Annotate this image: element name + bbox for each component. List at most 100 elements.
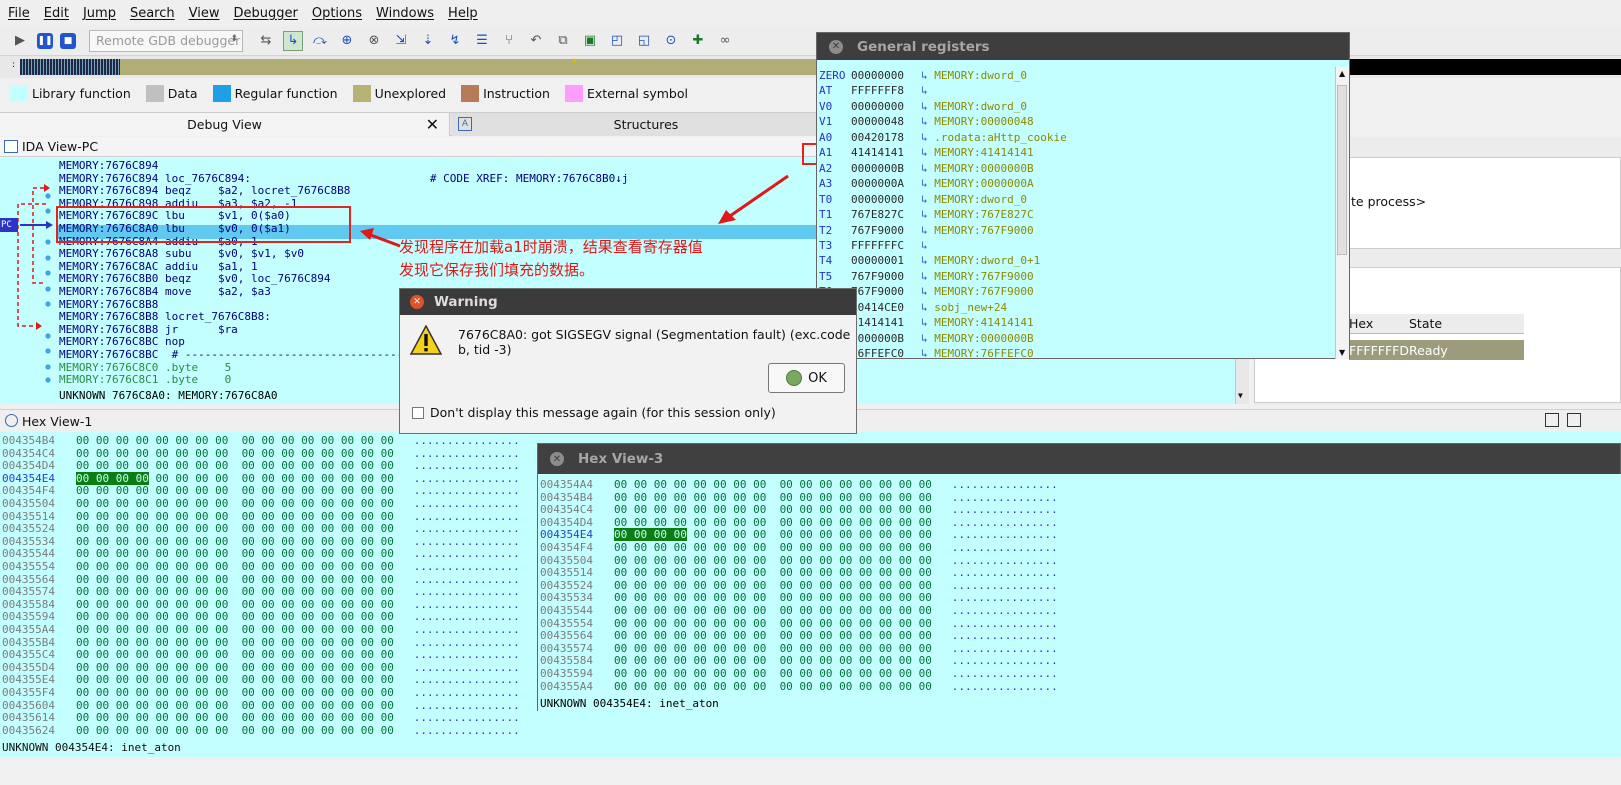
register-reference[interactable]: MEMORY:41414141 xyxy=(934,316,1033,329)
run-to-cursor-icon[interactable]: ⇲ xyxy=(391,31,411,51)
register-reference[interactable]: sobj_new+24 xyxy=(934,301,1007,314)
tab-structures[interactable]: A Structures xyxy=(452,113,840,136)
menu-windows[interactable]: Windows xyxy=(376,6,434,21)
hex-ascii[interactable]: ................ xyxy=(932,680,1058,693)
register-value[interactable]: 00414CE0 xyxy=(851,300,921,316)
maximize-icon[interactable] xyxy=(1567,413,1581,427)
register-row[interactable]: T3 FFFFFFFC ↳ xyxy=(819,238,934,254)
register-value[interactable]: 0000000B xyxy=(851,161,921,177)
general-registers-window[interactable]: ✕ General registers ZERO 00000000 ↳ MEMORY… xyxy=(816,32,1350,359)
jump-arrow-icon[interactable]: ↳ xyxy=(921,316,934,329)
menu-debugger[interactable]: Debugger xyxy=(233,6,297,21)
jump-arrow-icon[interactable]: ↳ xyxy=(921,115,934,128)
menu-edit[interactable]: Edit xyxy=(44,6,69,21)
jump-arrow-icon[interactable]: ↳ xyxy=(921,146,934,159)
register-row[interactable]: V0 00000000 ↳ MEMORY:dword_0 xyxy=(819,99,1027,115)
thread-row[interactable]: FFFFFFFD Ready xyxy=(1349,340,1524,360)
navigation-band[interactable]: : ▾ xyxy=(0,56,1621,78)
register-row[interactable]: T0 00000000 ↳ MEMORY:dword_0 xyxy=(819,192,1027,208)
stop-icon[interactable]: ■ xyxy=(60,32,76,49)
hex-bytes[interactable]: 00 00 00 00 00 00 00 00 00 00 00 00 00 0… xyxy=(76,724,394,737)
register-value[interactable]: 41414141 xyxy=(851,145,921,161)
attach-icon[interactable]: ⇆ xyxy=(256,31,276,51)
register-reference[interactable]: MEMORY:0000000B xyxy=(934,162,1033,175)
register-row[interactable]: T2 767F9000 ↳ MEMORY:767F9000 xyxy=(819,223,1034,239)
hex-ascii[interactable]: ................ xyxy=(394,724,520,737)
link-icon[interactable]: ∞ xyxy=(715,31,735,51)
disasm-line[interactable]: MEMORY:7676C8A8 subu $v0, $v1, $v0 xyxy=(59,248,304,261)
menu-file[interactable]: File xyxy=(8,6,30,21)
register-reference[interactable]: MEMORY:00000048 xyxy=(934,115,1033,128)
list-icon[interactable]: ☰ xyxy=(472,31,492,51)
register-reference[interactable]: MEMORY:767F9000 xyxy=(934,224,1033,237)
register-reference[interactable]: MEMORY:dword_0 xyxy=(934,193,1027,206)
register-value[interactable]: FFFFFFFC xyxy=(851,238,921,254)
trace-icon[interactable]: ⇣ xyxy=(418,31,438,51)
graph-icon[interactable]: ▣ xyxy=(580,31,600,51)
register-reference[interactable]: MEMORY:0000000B xyxy=(934,332,1033,345)
tab-debug-view[interactable]: Debug View ✕ xyxy=(0,113,450,136)
close-icon[interactable]: ✕ xyxy=(426,115,439,134)
register-reference[interactable]: MEMORY:767F9000 xyxy=(934,285,1033,298)
register-row[interactable]: ZERO 00000000 ↳ MEMORY:dword_0 xyxy=(819,68,1027,84)
register-value[interactable]: 767F9000 xyxy=(851,269,921,285)
register-reference[interactable]: MEMORY:dword_0 xyxy=(934,69,1027,82)
copy-icon[interactable]: ⧉ xyxy=(553,31,573,51)
warning-titlebar[interactable]: ✕ Warning xyxy=(400,289,856,315)
jump-arrow-icon[interactable]: ↳ xyxy=(921,224,934,237)
register-value[interactable]: 00000048 xyxy=(851,114,921,130)
register-row[interactable]: V1 00000048 ↳ MEMORY:00000048 xyxy=(819,114,1034,130)
jump-arrow-icon[interactable]: ↳ xyxy=(921,270,934,283)
register-value[interactable]: FFFFFFF8 xyxy=(851,83,921,99)
ok-button[interactable]: OK xyxy=(768,363,845,393)
register-value[interactable]: 00000001 xyxy=(851,253,921,269)
window-icon[interactable]: ◰ xyxy=(607,31,627,51)
disasm-line[interactable]: MEMORY:7676C894 xyxy=(59,159,158,173)
menu-options[interactable]: Options xyxy=(312,6,362,21)
jump-arrow-icon[interactable]: ↳ xyxy=(921,332,934,345)
pause-icon[interactable]: ❚❚ xyxy=(37,32,53,49)
register-value[interactable]: 00420178 xyxy=(851,130,921,146)
register-value[interactable]: 767E827C xyxy=(851,207,921,223)
menu-view[interactable]: View xyxy=(189,6,220,21)
register-value[interactable]: 76FFEFC0 xyxy=(851,346,921,358)
register-reference[interactable]: MEMORY:0000000A xyxy=(934,177,1033,190)
close-icon[interactable]: ✕ xyxy=(550,452,564,466)
register-row[interactable]: A2 0000000B ↳ MEMORY:0000000B xyxy=(819,161,1034,177)
register-reference[interactable]: MEMORY:767F9000 xyxy=(934,270,1033,283)
checkbox-box[interactable] xyxy=(412,406,424,419)
register-reference[interactable]: MEMORY:dword_0 xyxy=(934,100,1027,113)
restore-icon[interactable] xyxy=(1545,413,1559,427)
jump-arrow-icon[interactable]: ↳ xyxy=(921,100,934,113)
step-over-icon[interactable]: ⤼ xyxy=(310,31,330,51)
debugger-select[interactable]: Remote GDB debugger ⬍ xyxy=(89,29,243,52)
hex-row[interactable]: 00435624 00 00 00 00 00 00 00 00 00 00 00… xyxy=(2,723,520,739)
disasm-line[interactable]: MEMORY:7676C8B8 locret_7676C8B8: xyxy=(59,311,271,324)
jump-arrow-icon[interactable]: ↳ xyxy=(921,69,934,82)
register-row[interactable]: A1 41414141 ↳ MEMORY:41414141 xyxy=(819,145,1034,161)
register-value[interactable]: 0000000A xyxy=(851,176,921,192)
trace-func-icon[interactable]: ↯ xyxy=(445,31,465,51)
jump-arrow-icon[interactable]: ↳ xyxy=(921,254,934,267)
jump-arrow-icon[interactable]: ↳ xyxy=(921,208,934,221)
jump-arrow-icon[interactable]: ↳ xyxy=(921,285,934,298)
hex-bytes[interactable]: 00 00 00 00 00 00 00 00 00 00 00 00 00 0… xyxy=(614,680,932,693)
register-reference[interactable]: .rodata:aHttp_cookie xyxy=(934,131,1066,144)
register-value[interactable]: 767F9000 xyxy=(851,284,921,300)
remove-breakpoint-icon[interactable]: ⊗ xyxy=(364,31,384,51)
jump-arrow-icon[interactable]: ↳ xyxy=(921,347,934,358)
register-row[interactable]: A3 0000000A ↳ MEMORY:0000000A xyxy=(819,176,1034,192)
scroll-up-icon[interactable]: ▲ xyxy=(1339,69,1345,78)
register-row[interactable]: T1 767E827C ↳ MEMORY:767E827C xyxy=(819,207,1034,223)
branch-icon[interactable]: ⑂ xyxy=(499,31,519,51)
register-row[interactable]: A0 00420178 ↳ .rodata:aHttp_cookie xyxy=(819,130,1067,146)
warning-dialog[interactable]: ✕ Warning 7676C8A0: got SIGSEGV signal (… xyxy=(399,288,857,434)
register-reference[interactable]: MEMORY:76FFEFC0 xyxy=(934,347,1033,358)
register-value[interactable]: 767F9000 xyxy=(851,223,921,239)
close-icon[interactable]: ✕ xyxy=(829,39,843,54)
register-value[interactable]: 41414141 xyxy=(851,315,921,331)
hex-view-3-body[interactable]: 004354A4 00 00 00 00 00 00 00 00 00 00 00… xyxy=(538,474,1621,712)
dont-display-checkbox[interactable]: Don't display this message again (for th… xyxy=(412,405,776,420)
register-list[interactable]: ZERO 00000000 ↳ MEMORY:dword_0 AT FFFFFFF8 ↳ … xyxy=(817,68,1335,358)
window2-icon[interactable]: ◱ xyxy=(634,31,654,51)
